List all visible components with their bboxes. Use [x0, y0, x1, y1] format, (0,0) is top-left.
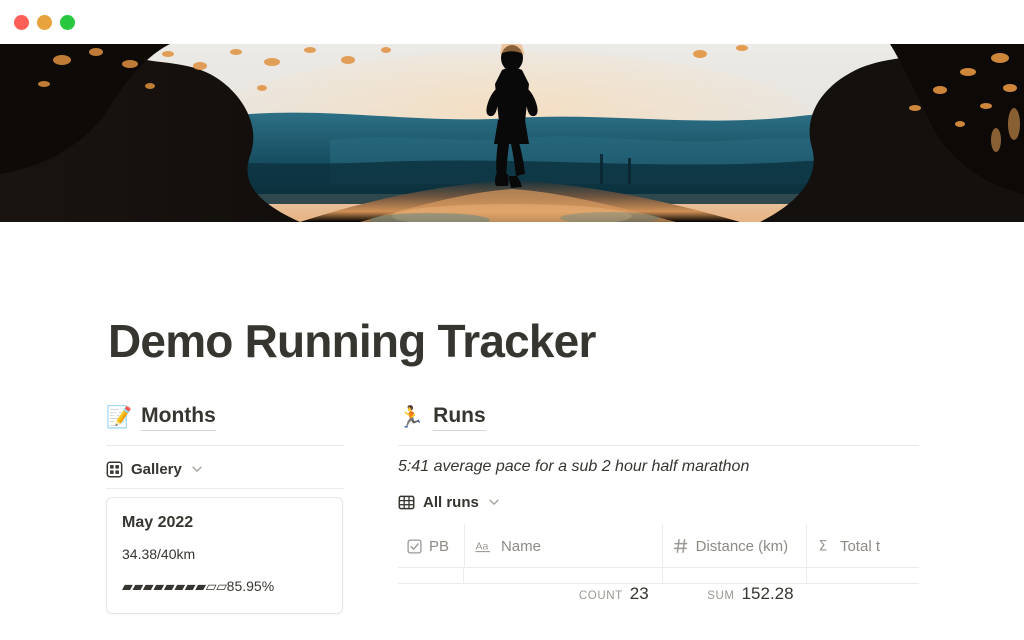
runs-description[interactable]: 5:41 average pace for a sub 2 hour half …	[398, 458, 919, 476]
all-runs-view-label: All runs	[423, 493, 479, 511]
card-distance: 34.38/40km	[122, 546, 196, 562]
minimize-button[interactable]	[37, 15, 52, 30]
runner-emoji: 🏃	[398, 405, 425, 429]
running-shoe-emoji[interactable]: 👟	[112, 212, 209, 222]
window-titlebar	[0, 0, 1024, 44]
months-database-header[interactable]: 📝 Months	[106, 400, 344, 434]
column-header-name[interactable]: Aa Name	[465, 524, 663, 568]
aggregation-count[interactable]: COUNT 23	[464, 584, 663, 624]
gallery-icon	[106, 461, 123, 478]
table-icon	[398, 494, 415, 511]
gallery-card[interactable]: May 2022 34.38/40km ▰▰▰▰▰▰▰▰▱▱85.95%	[106, 497, 343, 614]
progress-percent: 85.95%	[226, 578, 275, 594]
aggregation-count-label: COUNT	[578, 590, 623, 602]
cell-pb[interactable]	[398, 568, 465, 583]
cell-total-time[interactable]	[807, 568, 919, 583]
column-header-pb-label: PB	[429, 537, 450, 555]
progress-bar-glyphs: ▰▰▰▰▰▰▰▰▱▱	[122, 579, 227, 595]
formula-sigma-icon: Σ	[817, 538, 833, 554]
table-header-row: PB Aa Name Distance (km) Σ Total t	[398, 524, 919, 568]
gallery-view-divider	[106, 488, 344, 489]
number-hash-icon	[673, 538, 689, 554]
aggregation-sum[interactable]: SUM 152.28	[663, 584, 808, 624]
gallery-cards: May 2022 34.38/40km ▰▰▰▰▰▰▰▰▱▱85.95%	[106, 497, 344, 614]
runs-header-divider	[398, 445, 919, 446]
all-runs-view-tab[interactable]: All runs	[398, 476, 919, 518]
zoom-button[interactable]	[60, 15, 75, 30]
column-header-total-time[interactable]: Σ Total t	[807, 524, 919, 568]
svg-text:Aa: Aa	[475, 540, 488, 552]
card-progress: ▰▰▰▰▰▰▰▰▱▱85.95%	[122, 578, 327, 595]
cell-distance[interactable]	[663, 568, 808, 583]
table-row[interactable]	[398, 568, 919, 584]
card-title: May 2022	[122, 514, 194, 531]
svg-text:Σ: Σ	[818, 539, 827, 554]
gallery-view-tab[interactable]: Gallery	[106, 446, 344, 488]
memo-emoji: 📝	[106, 405, 133, 429]
chevron-down-icon[interactable]	[487, 495, 501, 509]
text-aa-icon: Aa	[475, 539, 494, 554]
aggregation-sum-value: 152.28	[741, 584, 794, 603]
checkbox-icon	[407, 538, 422, 554]
column-header-distance[interactable]: Distance (km)	[663, 524, 807, 568]
column-header-distance-label: Distance (km)	[695, 537, 789, 555]
gallery-view-label: Gallery	[131, 460, 182, 478]
page-cover-image[interactable]: 👟	[0, 44, 1024, 222]
page-title[interactable]: Demo Running Tracker	[108, 314, 596, 368]
aggregation-count-value: 23	[629, 584, 649, 603]
cover-artwork	[0, 44, 1024, 222]
column-header-name-label: Name	[500, 537, 541, 555]
cell-name[interactable]	[464, 568, 663, 583]
runs-database-title[interactable]: Runs	[433, 404, 486, 431]
aggregation-sum-label: SUM	[707, 590, 735, 602]
months-database-title[interactable]: Months	[141, 404, 216, 431]
chevron-down-icon[interactable]	[190, 462, 204, 476]
months-column: 📝 Months Gallery May 2022 34.38/40km ▰▰▰…	[106, 400, 344, 614]
traffic-light-buttons	[14, 15, 75, 30]
table-footer-row: COUNT 23 SUM 152.28	[398, 584, 919, 624]
runs-table: PB Aa Name Distance (km) Σ Total t COUNT…	[398, 524, 919, 624]
runs-database-header[interactable]: 🏃 Runs	[398, 400, 919, 434]
column-header-total-time-label: Total t	[839, 537, 880, 555]
close-button[interactable]	[14, 15, 29, 30]
runs-column: 🏃 Runs 5:41 average pace for a sub 2 hou…	[398, 400, 919, 624]
column-header-pb[interactable]: PB	[398, 524, 465, 568]
